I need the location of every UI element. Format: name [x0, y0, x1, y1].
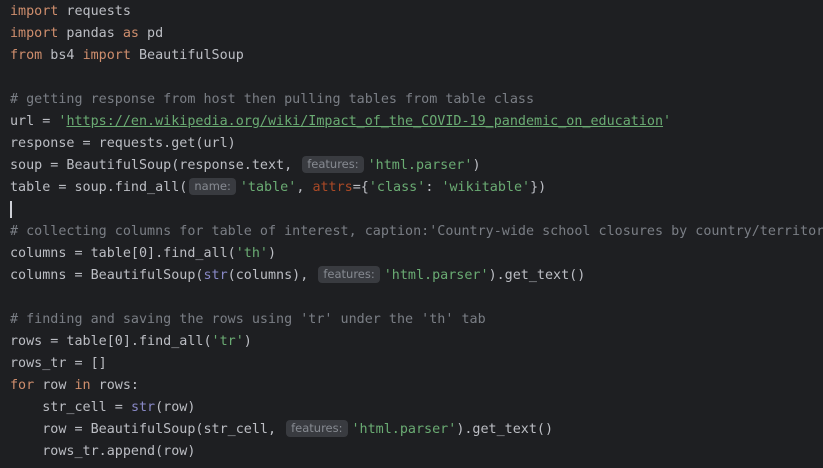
- code-text: rows_tr.append(row): [10, 444, 196, 459]
- builtin-function: str: [203, 268, 228, 283]
- code-line-19: str_cell = str(row): [10, 397, 195, 419]
- code-line-18: for row in rows:: [10, 375, 139, 397]
- code-text: ): [267, 246, 277, 261]
- code-text: :: [425, 180, 442, 195]
- code-text: requests: [58, 4, 131, 19]
- parameter-hint: features:: [286, 420, 348, 437]
- code-text: ).get_text(): [488, 268, 586, 283]
- code-string: 'class': [368, 180, 426, 195]
- keyword: as: [122, 26, 139, 41]
- code-text: pd: [139, 26, 164, 41]
- code-text: (columns),: [227, 268, 317, 283]
- code-text: ,: [296, 180, 313, 195]
- code-text: rows_tr = []: [10, 356, 107, 371]
- code-line-15: # finding and saving the rows using 'tr'…: [10, 309, 486, 331]
- code-text: (row): [155, 400, 196, 415]
- keyword: import: [10, 4, 59, 19]
- code-line-17: rows_tr = []: [10, 353, 107, 375]
- code-text: ): [243, 334, 252, 349]
- code-string: 'th': [235, 246, 268, 261]
- code-text: rows = table[0].find_all(: [10, 334, 212, 349]
- code-text: }): [530, 180, 547, 195]
- string-quote: ': [663, 114, 672, 129]
- code-line-11: # collecting columns for table of intere…: [10, 221, 823, 243]
- code-comment: # collecting columns for table of intere…: [10, 224, 823, 239]
- code-line-7: response = requests.get(url): [10, 133, 236, 155]
- code-text: response = requests.get(url): [10, 136, 236, 151]
- builtin-function: str: [130, 400, 156, 415]
- code-line-8: soup = BeautifulSoup(response.text, feat…: [10, 155, 481, 177]
- code-line-5: # getting response from host then pullin…: [10, 89, 534, 111]
- code-comment: # getting response from host then pullin…: [10, 92, 535, 107]
- code-line-6: url = 'https://en.wikipedia.org/wiki/Imp…: [10, 111, 671, 133]
- code-line-13: columns = BeautifulSoup(str(columns), fe…: [10, 265, 585, 287]
- code-text: ={: [352, 180, 369, 195]
- keyword: import: [82, 48, 131, 63]
- code-comment: # finding and saving the rows using 'tr'…: [10, 312, 486, 327]
- keyword-argument: attrs: [312, 180, 353, 195]
- code-line-2: import pandas as pd: [10, 23, 163, 45]
- keyword: for: [10, 378, 35, 393]
- code-line-9: table = soup.find_all(name:'table', attr…: [10, 177, 546, 199]
- parameter-hint: features:: [302, 156, 364, 173]
- code-string: 'wikitable': [441, 180, 531, 195]
- keyword: in: [74, 378, 91, 393]
- code-text: table = soup.find_all(: [10, 180, 188, 195]
- code-text: columns = BeautifulSoup(: [10, 268, 204, 283]
- code-line-21: rows_tr.append(row): [10, 441, 195, 463]
- code-string: 'html.parser': [351, 422, 457, 437]
- code-line-1: import requests: [10, 1, 131, 23]
- code-string: 'table': [239, 180, 297, 195]
- keyword: import: [10, 26, 59, 41]
- code-text: url =: [10, 114, 59, 129]
- code-string: 'tr': [211, 334, 244, 349]
- code-text: bs4: [42, 48, 83, 63]
- url-link[interactable]: https://en.wikipedia.org/wiki/Impact_of_…: [66, 114, 663, 129]
- code-text: columns = table[0].find_all(: [10, 246, 236, 261]
- code-line-3: from bs4 import BeautifulSoup: [10, 45, 244, 67]
- code-text: ).get_text(): [456, 422, 554, 437]
- code-line-12: columns = table[0].find_all('th'): [10, 243, 276, 265]
- code-text: str_cell =: [10, 400, 131, 415]
- code-text: soup = BeautifulSoup(response.text,: [10, 158, 301, 173]
- parameter-hint: features:: [318, 266, 380, 283]
- code-text: row = BeautifulSoup(str_cell,: [10, 422, 285, 437]
- code-text: pandas: [58, 26, 123, 41]
- code-text: BeautifulSoup: [130, 48, 244, 63]
- text-cursor: [10, 201, 12, 218]
- code-text: row: [34, 378, 75, 393]
- parameter-hint: name:: [189, 178, 236, 195]
- code-line-20: row = BeautifulSoup(str_cell, features: '…: [10, 419, 553, 441]
- code-editor[interactable]: import requests import pandas as pd from…: [0, 0, 823, 468]
- code-text: rows:: [90, 378, 139, 393]
- keyword: from: [10, 48, 43, 63]
- code-string: 'html.parser': [367, 158, 473, 173]
- code-text: ): [472, 158, 481, 173]
- code-string: 'html.parser': [383, 268, 489, 283]
- code-line-16: rows = table[0].find_all('tr'): [10, 331, 252, 353]
